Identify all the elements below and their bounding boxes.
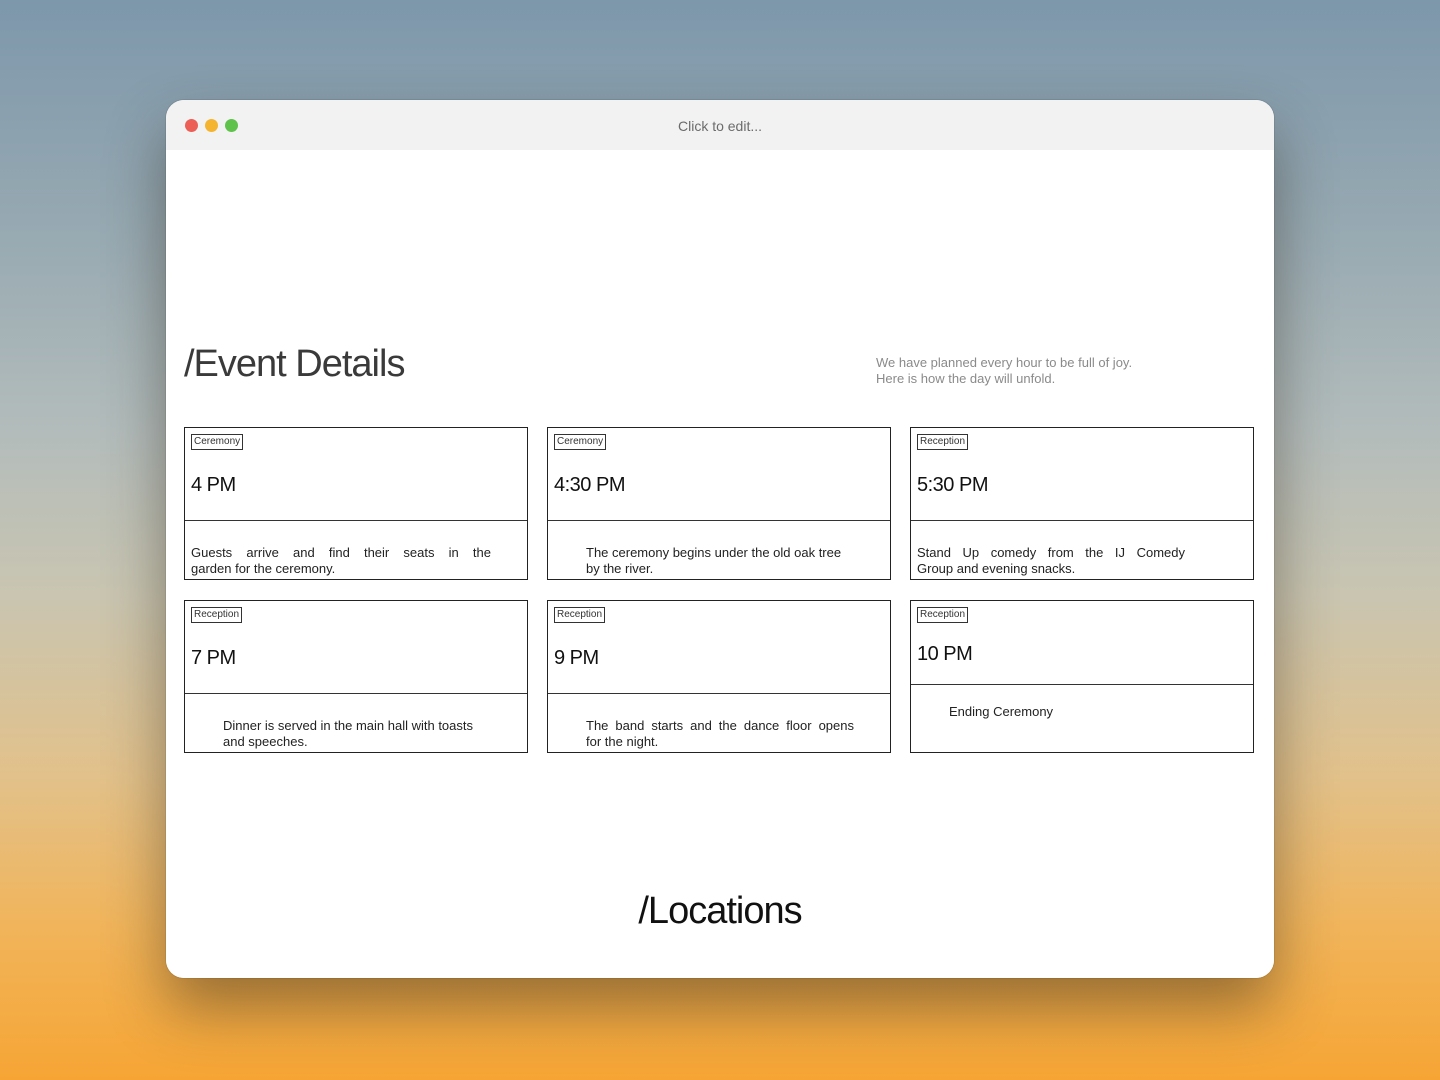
event-description: Dinner is served in the main hall with t… xyxy=(223,718,513,750)
event-description-line: Stand Up comedy from the IJ Comedy xyxy=(917,545,1185,560)
card-divider xyxy=(911,684,1253,685)
event-card: Reception 7 PM Dinner is served in the m… xyxy=(184,600,528,753)
card-divider xyxy=(185,693,527,694)
event-time: 4 PM xyxy=(191,474,236,496)
event-description: Ending Ceremony xyxy=(949,704,1239,720)
event-description-line: garden for the ceremony. xyxy=(191,561,336,576)
event-details-intro: We have planned every hour to be full of… xyxy=(876,355,1166,387)
event-description-line: The ceremony begins under the old oak tr… xyxy=(586,545,842,560)
event-description-line: Group and evening snacks. xyxy=(917,561,1076,576)
event-tag: Reception xyxy=(917,434,969,450)
locations-heading: /Locations xyxy=(638,890,802,932)
app-window: Click to edit... /Event Details We have … xyxy=(166,100,1274,978)
event-description-line: The band starts and the dance floor open… xyxy=(586,718,854,733)
event-card: Ceremony 4:30 PM The ceremony begins und… xyxy=(547,427,891,580)
event-card: Reception 10 PM Ending Ceremony xyxy=(910,600,1254,753)
event-description: The ceremony begins under the old oak tr… xyxy=(586,545,876,577)
card-divider xyxy=(548,693,890,694)
card-divider xyxy=(548,520,890,521)
event-description: Stand Up comedy from the IJ Comedy Group… xyxy=(917,545,1185,577)
page-content: /Event Details We have planned every hou… xyxy=(166,150,1274,978)
event-tag: Reception xyxy=(191,607,243,623)
event-card: Reception 5:30 PM Stand Up comedy from t… xyxy=(910,427,1254,580)
event-details-heading: /Event Details xyxy=(184,343,405,385)
card-divider xyxy=(185,520,527,521)
event-tag: Reception xyxy=(917,607,969,623)
event-description-line: by the river. xyxy=(586,561,654,576)
event-description-line: and speeches. xyxy=(223,734,308,749)
event-description: The band starts and the dance floor open… xyxy=(586,718,854,750)
event-description-line: for the night. xyxy=(586,734,659,749)
intro-line-1: We have planned every hour to be full of… xyxy=(876,355,1133,370)
card-divider xyxy=(911,520,1253,521)
event-time: 10 PM xyxy=(917,643,973,665)
event-card: Reception 9 PM The band starts and the d… xyxy=(547,600,891,753)
event-tag: Ceremony xyxy=(191,434,244,450)
event-time: 4:30 PM xyxy=(554,474,625,496)
event-time: 7 PM xyxy=(191,647,236,669)
event-description-line: Dinner is served in the main hall with t… xyxy=(223,718,474,733)
window-title[interactable]: Click to edit... xyxy=(166,118,1274,134)
title-bar: Click to edit... xyxy=(166,100,1274,150)
event-tag: Ceremony xyxy=(554,434,607,450)
event-card: Ceremony 4 PM Guests arrive and find the… xyxy=(184,427,528,580)
event-description: Guests arrive and find their seats in th… xyxy=(191,545,491,577)
event-time: 5:30 PM xyxy=(917,474,988,496)
event-tag: Reception xyxy=(554,607,606,623)
event-description-line: Ending Ceremony xyxy=(949,704,1054,719)
event-description-line: Guests arrive and find their seats in th… xyxy=(191,545,491,560)
event-time: 9 PM xyxy=(554,647,599,669)
intro-line-2: Here is how the day will unfold. xyxy=(876,371,1056,386)
